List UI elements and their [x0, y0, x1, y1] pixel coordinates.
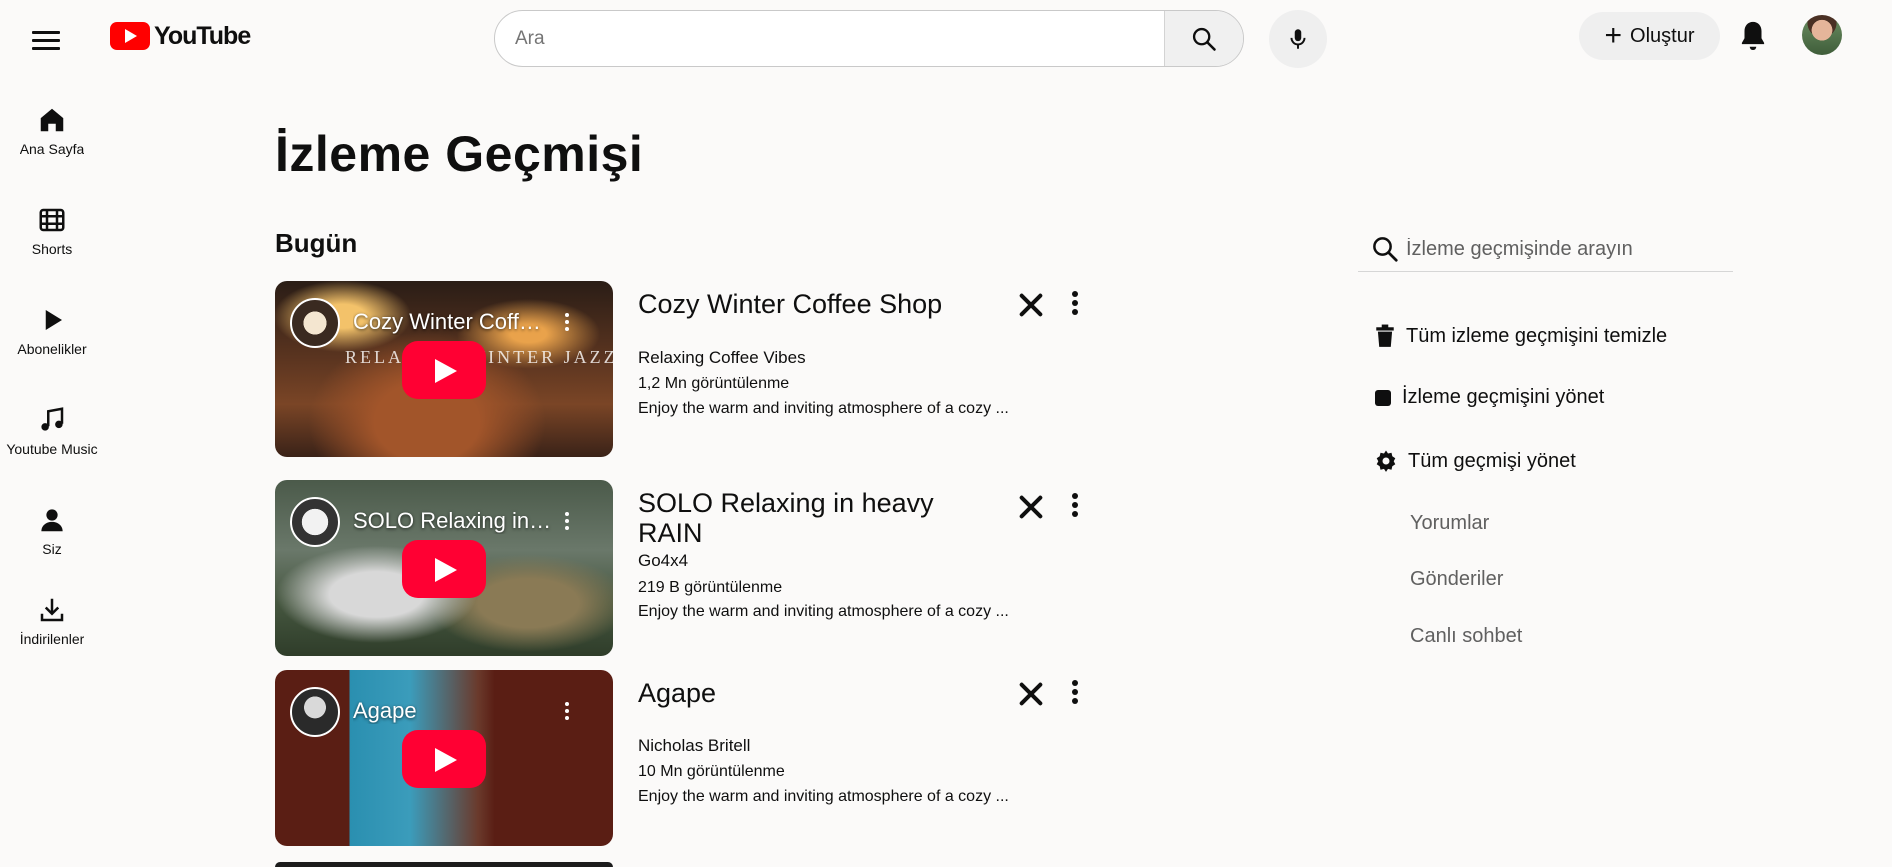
voice-search-button[interactable]: [1269, 10, 1327, 68]
video-title[interactable]: SOLO Relaxing in heavy RAIN: [638, 488, 958, 548]
menu-icon[interactable]: [30, 26, 64, 60]
thumbnail-more-icon: [561, 512, 573, 536]
youtube-logo[interactable]: YouTube: [110, 21, 251, 51]
music-icon: [41, 407, 64, 431]
remove-from-history-button[interactable]: [1015, 491, 1047, 523]
comments-link[interactable]: Yorumlar: [1410, 512, 1489, 535]
sidebar-item-downloads[interactable]: İndirilenler: [0, 595, 104, 647]
mic-icon: [1290, 29, 1306, 49]
thumbnail-more-icon: [561, 313, 573, 337]
sidebar-item-label: Ana Sayfa: [19, 141, 85, 157]
video-row: Agape Agape Nicholas Britell 10 Mn görün…: [275, 670, 1100, 846]
close-icon: [1019, 495, 1043, 519]
logo-text: YouTube: [154, 21, 251, 50]
search-bar: [494, 10, 1244, 67]
play-icon: [402, 341, 486, 399]
user-icon: [41, 509, 63, 532]
pause-history-button[interactable]: İzleme geçmişini yönet: [1374, 386, 1604, 409]
channel-avatar: [290, 298, 340, 348]
clear-history-button[interactable]: Tüm izleme geçmişini temizle: [1374, 324, 1667, 348]
more-options-button[interactable]: [1069, 289, 1081, 321]
history-search-input[interactable]: [1406, 232, 1726, 266]
close-icon: [1019, 682, 1043, 706]
history-search: [1358, 228, 1733, 272]
subscriptions-icon: [45, 310, 62, 330]
thumbnail-title: Agape: [353, 698, 417, 723]
video-thumbnail[interactable]: Cozy Winter Coffee Shop RELAXING WINTER …: [275, 281, 613, 457]
sidebar-item-label: İndirilenler: [19, 631, 85, 647]
search-button[interactable]: [1164, 11, 1243, 66]
video-description: Enjoy the warm and inviting atmosphere o…: [638, 788, 1009, 805]
video-row: SOLO Relaxing in heavy RAIN SOLO Relaxin…: [275, 480, 1100, 656]
close-icon: [1019, 293, 1043, 317]
thumbnail-title: Cozy Winter Coffee Shop: [353, 309, 553, 334]
channel-name[interactable]: Relaxing Coffee Vibes: [638, 348, 806, 368]
channel-avatar: [290, 497, 340, 547]
channel-name[interactable]: Nicholas Britell: [638, 736, 750, 756]
video-title[interactable]: Agape: [638, 678, 958, 708]
stop-icon: [1375, 389, 1391, 406]
sidebar-item-label: Siz: [42, 541, 62, 557]
video-row: Cozy Winter Coffee Shop RELAXING WINTER …: [275, 281, 1100, 457]
channel-name[interactable]: Go4x4: [638, 551, 688, 571]
video-description: Enjoy the warm and inviting atmosphere o…: [638, 603, 1009, 620]
action-label: Tüm geçmişi yönet: [1408, 449, 1576, 472]
remove-from-history-button[interactable]: [1015, 289, 1047, 321]
search-input[interactable]: [495, 11, 1165, 66]
avatar[interactable]: [1802, 15, 1842, 55]
action-label: İzleme geçmişini yönet: [1402, 386, 1605, 408]
play-icon: [402, 540, 486, 598]
sidebar-item-subscriptions[interactable]: Abonelikler: [0, 305, 104, 357]
video-thumbnail[interactable]: SOLO Relaxing in heavy RAIN: [275, 480, 613, 656]
trash-icon: [1376, 324, 1394, 347]
bell-icon: [1741, 21, 1765, 51]
more-options-button[interactable]: [1069, 491, 1081, 523]
sidebar-item-shorts[interactable]: Shorts: [0, 205, 104, 257]
posts-link[interactable]: Gönderiler: [1410, 568, 1503, 591]
more-options-button[interactable]: [1069, 678, 1081, 710]
sidebar-item-label: Abonelikler: [17, 341, 87, 357]
home-icon: [40, 108, 64, 132]
gear-icon: [1376, 450, 1396, 472]
thumbnail-title: SOLO Relaxing in heavy RAIN: [353, 508, 553, 533]
notifications-button[interactable]: [1737, 18, 1769, 52]
view-count: 219 B görüntülenme: [638, 579, 783, 596]
sidebar-item-label: Youtube Music: [6, 441, 98, 457]
video-description: Enjoy the warm and inviting atmosphere o…: [638, 400, 1009, 417]
create-label: Oluştur: [1630, 24, 1695, 47]
search-icon: [1192, 27, 1216, 51]
youtube-play-icon: [110, 22, 150, 50]
remove-from-history-button[interactable]: [1015, 678, 1047, 710]
download-icon: [40, 598, 64, 622]
play-icon: [402, 730, 486, 788]
page-title: İzleme Geçmişi: [275, 126, 644, 182]
section-title: Bugün: [275, 228, 358, 258]
sidebar-item-music[interactable]: Youtube Music: [0, 405, 104, 457]
sidebar-item-label: Shorts: [31, 241, 73, 257]
sidebar-item-you[interactable]: Siz: [0, 505, 104, 557]
live-chat-link[interactable]: Canlı sohbet: [1410, 625, 1522, 648]
shorts-icon: [39, 208, 65, 232]
create-button[interactable]: + Oluştur: [1579, 12, 1720, 60]
video-thumbnail[interactable]: Agape: [275, 670, 613, 846]
search-icon: [1373, 237, 1398, 262]
video-title[interactable]: Cozy Winter Coffee Shop: [638, 289, 958, 319]
top-bar: YouTube + Oluştur: [0, 0, 1892, 80]
sidebar-item-home[interactable]: Ana Sayfa: [0, 105, 104, 157]
channel-avatar: [290, 687, 340, 737]
plus-icon: +: [1604, 19, 1623, 52]
thumbnail-more-icon: [561, 702, 573, 726]
manage-all-history-button[interactable]: Tüm geçmişi yönet: [1374, 449, 1576, 473]
view-count: 10 Mn görüntülenme: [638, 763, 785, 780]
video-thumbnail[interactable]: [275, 862, 613, 867]
action-label: Tüm izleme geçmişini temizle: [1406, 324, 1668, 347]
view-count: 1,2 Mn görüntülenme: [638, 375, 790, 392]
